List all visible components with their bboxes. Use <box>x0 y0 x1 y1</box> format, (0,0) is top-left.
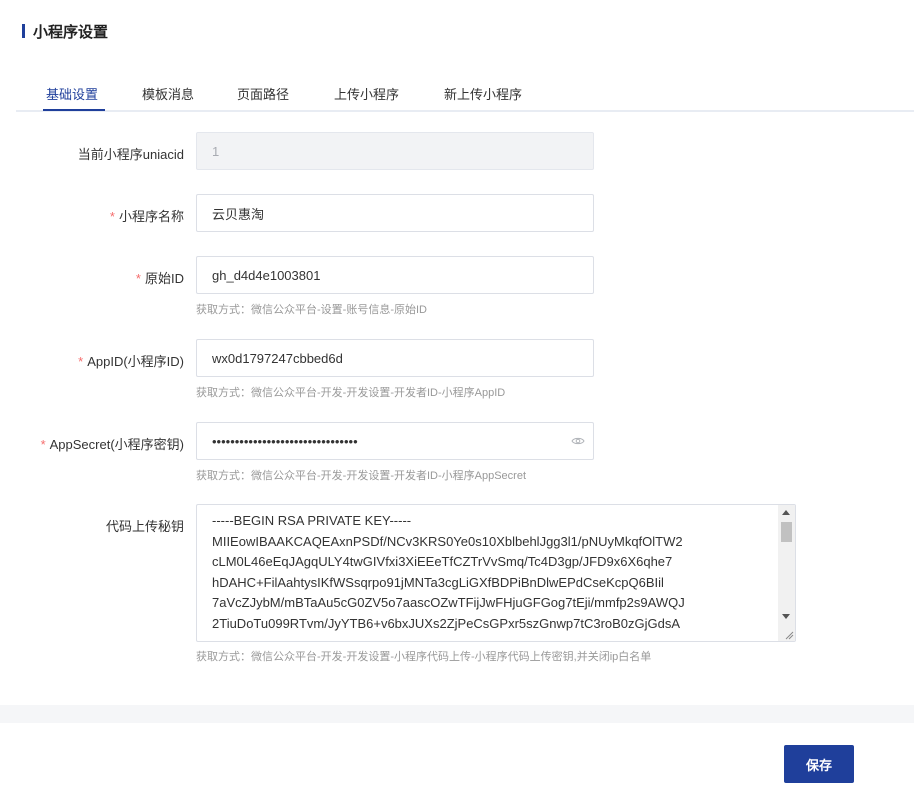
required-mark: * <box>40 437 46 452</box>
upload-key-text[interactable]: -----BEGIN RSA PRIVATE KEY----- MIIEowIB… <box>212 511 772 634</box>
active-tab-indicator <box>43 109 105 111</box>
uniacid-input <box>196 132 594 170</box>
scroll-up-arrow-icon[interactable] <box>782 510 790 515</box>
name-input[interactable] <box>196 194 594 232</box>
footer-divider <box>0 705 914 723</box>
scrollbar-thumb[interactable] <box>781 522 792 542</box>
eye-icon[interactable] <box>571 436 585 446</box>
upload-key-label: 代码上传秘钥 <box>105 519 184 534</box>
app-secret-label: * AppSecret(小程序密钥) <box>40 437 184 452</box>
uniacid-label: 当前小程序uniacid <box>77 147 184 162</box>
app-secret-hint: 获取方式：微信公众平台-开发-开发设置-开发者ID-小程序AppSecret <box>196 470 527 482</box>
save-button[interactable]: 保存 <box>784 745 854 783</box>
app-id-hint: 获取方式：微信公众平台-开发-开发设置-开发者ID-小程序AppID <box>196 387 506 399</box>
tab-new-upload-miniprogram[interactable]: 新上传小程序 <box>444 84 522 103</box>
upload-key-hint: 获取方式：微信公众平台-开发-开发设置-小程序代码上传-小程序代码上传密钥,并关… <box>196 651 652 663</box>
title-accent-bar <box>22 24 25 38</box>
app-secret-input[interactable] <box>196 422 594 460</box>
required-mark: * <box>78 354 84 369</box>
original-id-label: * 原始ID <box>135 271 184 286</box>
required-mark: * <box>109 209 115 224</box>
textarea-scrollbar[interactable] <box>778 505 795 641</box>
upload-key-textarea[interactable]: -----BEGIN RSA PRIVATE KEY----- MIIEowIB… <box>196 504 796 642</box>
tab-bar: 基础设置 模板消息 页面路径 上传小程序 新上传小程序 <box>16 80 914 112</box>
tab-upload-miniprogram[interactable]: 上传小程序 <box>334 84 399 103</box>
page-header: 小程序设置 <box>22 22 109 41</box>
resize-grip-icon[interactable] <box>784 630 794 640</box>
original-id-input[interactable] <box>196 256 594 294</box>
name-label: * 小程序名称 <box>109 209 184 224</box>
app-id-label: * AppID(小程序ID) <box>78 354 184 369</box>
page-title: 小程序设置 <box>33 23 109 41</box>
app-id-input[interactable] <box>196 339 594 377</box>
original-id-hint: 获取方式：微信公众平台-设置-账号信息-原始ID <box>196 304 427 316</box>
tab-page-paths[interactable]: 页面路径 <box>237 84 289 103</box>
scroll-down-arrow-icon[interactable] <box>782 614 790 619</box>
tab-basic-settings[interactable]: 基础设置 <box>46 84 98 103</box>
tab-template-messages[interactable]: 模板消息 <box>142 84 194 103</box>
required-mark: * <box>135 271 141 286</box>
